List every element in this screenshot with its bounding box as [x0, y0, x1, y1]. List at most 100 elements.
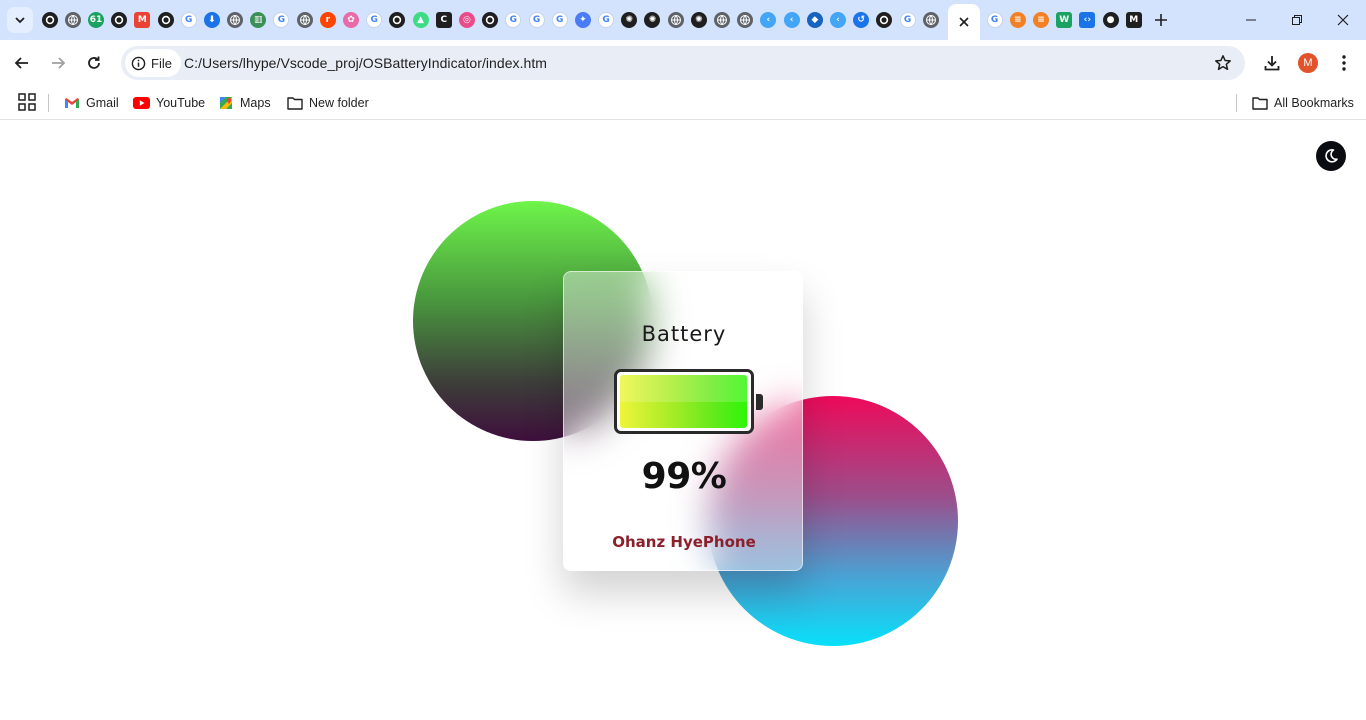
tab[interactable]: ≡	[1006, 0, 1029, 40]
tab[interactable]: ‹›	[1076, 0, 1099, 40]
battery-percentage: 99%	[641, 456, 727, 497]
tab[interactable]: G	[983, 0, 1006, 40]
bookmark-youtube[interactable]: YouTube	[133, 91, 205, 115]
tab[interactable]: ≡	[1029, 0, 1052, 40]
tab[interactable]: r	[316, 0, 339, 40]
dribbble-icon: ◎	[458, 12, 475, 28]
globe-icon	[64, 12, 81, 28]
moon-icon	[1325, 149, 1338, 163]
tab[interactable]: ✿	[339, 0, 362, 40]
tab[interactable]: G	[595, 0, 618, 40]
new-tab-button[interactable]	[1149, 8, 1173, 32]
forward-button[interactable]	[44, 49, 72, 77]
card-title: Battery	[641, 322, 727, 346]
tab[interactable]: ◆	[803, 0, 826, 40]
tab[interactable]: M	[131, 0, 154, 40]
tab[interactable]: ◎	[455, 0, 478, 40]
github-icon	[41, 12, 58, 28]
tab[interactable]: G	[525, 0, 548, 40]
m-letter-icon: M	[1125, 12, 1142, 28]
tab[interactable]: ↺	[850, 0, 873, 40]
apps-grid-icon[interactable]	[18, 93, 36, 111]
tab[interactable]	[664, 0, 687, 40]
folder-icon	[1252, 97, 1268, 110]
google-icon: G	[528, 12, 545, 28]
c-letter-icon: C	[435, 12, 452, 28]
tab[interactable]: W	[1053, 0, 1076, 40]
tab[interactable]: ✺	[687, 0, 710, 40]
google-icon: G	[273, 12, 290, 28]
google-icon: G	[366, 12, 383, 28]
url-text[interactable]: C:/Users/lhype/Vscode_proj/OSBatteryIndi…	[184, 55, 547, 71]
tab[interactable]: G	[896, 0, 919, 40]
tab[interactable]: ✦	[571, 0, 594, 40]
minimize-icon	[1246, 19, 1256, 21]
tab[interactable]	[734, 0, 757, 40]
tab[interactable]: ‹	[757, 0, 780, 40]
globe-icon	[227, 12, 244, 28]
tab[interactable]	[710, 0, 733, 40]
android-icon: ▲	[412, 12, 429, 28]
address-bar[interactable]: File C:/Users/lhype/Vscode_proj/OSBatter…	[121, 46, 1245, 80]
reload-button[interactable]	[80, 49, 108, 77]
profile-button[interactable]: M	[1294, 49, 1322, 77]
menu-button[interactable]	[1330, 49, 1358, 77]
tab[interactable]: ‹	[826, 0, 849, 40]
tab[interactable]: G	[177, 0, 200, 40]
tab-list: 61 M G ⬇ ▥ Gr ✿ G ▲ C ◎ G G G ✦ G ✺ ✺ ✺ ‹ ‹ ◆ ‹ ↺ G	[38, 0, 942, 40]
tab[interactable]: C	[432, 0, 455, 40]
brain-icon: ✿	[343, 12, 360, 28]
active-tab[interactable]	[948, 4, 980, 40]
tab[interactable]: G	[548, 0, 571, 40]
close-window-button[interactable]	[1320, 0, 1366, 40]
tab[interactable]: G	[502, 0, 525, 40]
globe-icon	[296, 12, 313, 28]
restore-icon	[1292, 15, 1302, 25]
bookmark-gmail[interactable]: Gmail	[64, 91, 119, 115]
flutter-icon: ‹	[760, 12, 777, 28]
gmail-icon	[65, 98, 79, 108]
battery-card: Battery 99% Ohanz HyePhone	[563, 271, 803, 571]
downloads-button[interactable]	[1258, 49, 1286, 77]
tab[interactable]	[154, 0, 177, 40]
tab[interactable]: ✺	[618, 0, 641, 40]
site-info-chip[interactable]: File	[125, 49, 181, 77]
tab[interactable]: ▥	[247, 0, 270, 40]
tab[interactable]: ▲	[409, 0, 432, 40]
tab[interactable]	[919, 0, 942, 40]
reddit-icon: r	[319, 12, 336, 28]
gemini-icon: ✦	[574, 12, 591, 28]
tab[interactable]: G	[363, 0, 386, 40]
tab[interactable]	[386, 0, 409, 40]
dark-mode-toggle[interactable]	[1316, 141, 1346, 171]
tab[interactable]: G	[270, 0, 293, 40]
back-button[interactable]	[8, 49, 36, 77]
restore-button[interactable]	[1274, 0, 1320, 40]
tab[interactable]	[479, 0, 502, 40]
tab[interactable]	[38, 0, 61, 40]
tab[interactable]: ⬇	[200, 0, 223, 40]
tab-search-button[interactable]	[7, 7, 33, 33]
counter-61-icon: 61	[87, 12, 104, 28]
bookmark-star-button[interactable]	[1213, 53, 1233, 73]
tab[interactable]: ‹	[780, 0, 803, 40]
bookmark-maps[interactable]: Maps	[218, 91, 271, 115]
tab[interactable]: ●	[1099, 0, 1122, 40]
tab[interactable]	[61, 0, 84, 40]
all-bookmarks-button[interactable]: All Bookmarks	[1252, 91, 1354, 115]
info-icon	[131, 56, 146, 70]
github-icon	[157, 12, 174, 28]
tab[interactable]	[108, 0, 131, 40]
tab[interactable]	[293, 0, 316, 40]
close-tab-icon[interactable]	[959, 17, 969, 27]
tab[interactable]	[873, 0, 896, 40]
bookmark-maps-label: Maps	[240, 96, 271, 110]
minimize-button[interactable]	[1228, 0, 1274, 40]
bookmark-new-folder[interactable]: New folder	[287, 91, 369, 115]
openai-icon: ✺	[644, 12, 661, 28]
globe-icon	[714, 12, 731, 28]
tab[interactable]: M	[1122, 0, 1145, 40]
tab[interactable]: ✺	[641, 0, 664, 40]
tab[interactable]	[224, 0, 247, 40]
tab[interactable]: 61	[84, 0, 107, 40]
